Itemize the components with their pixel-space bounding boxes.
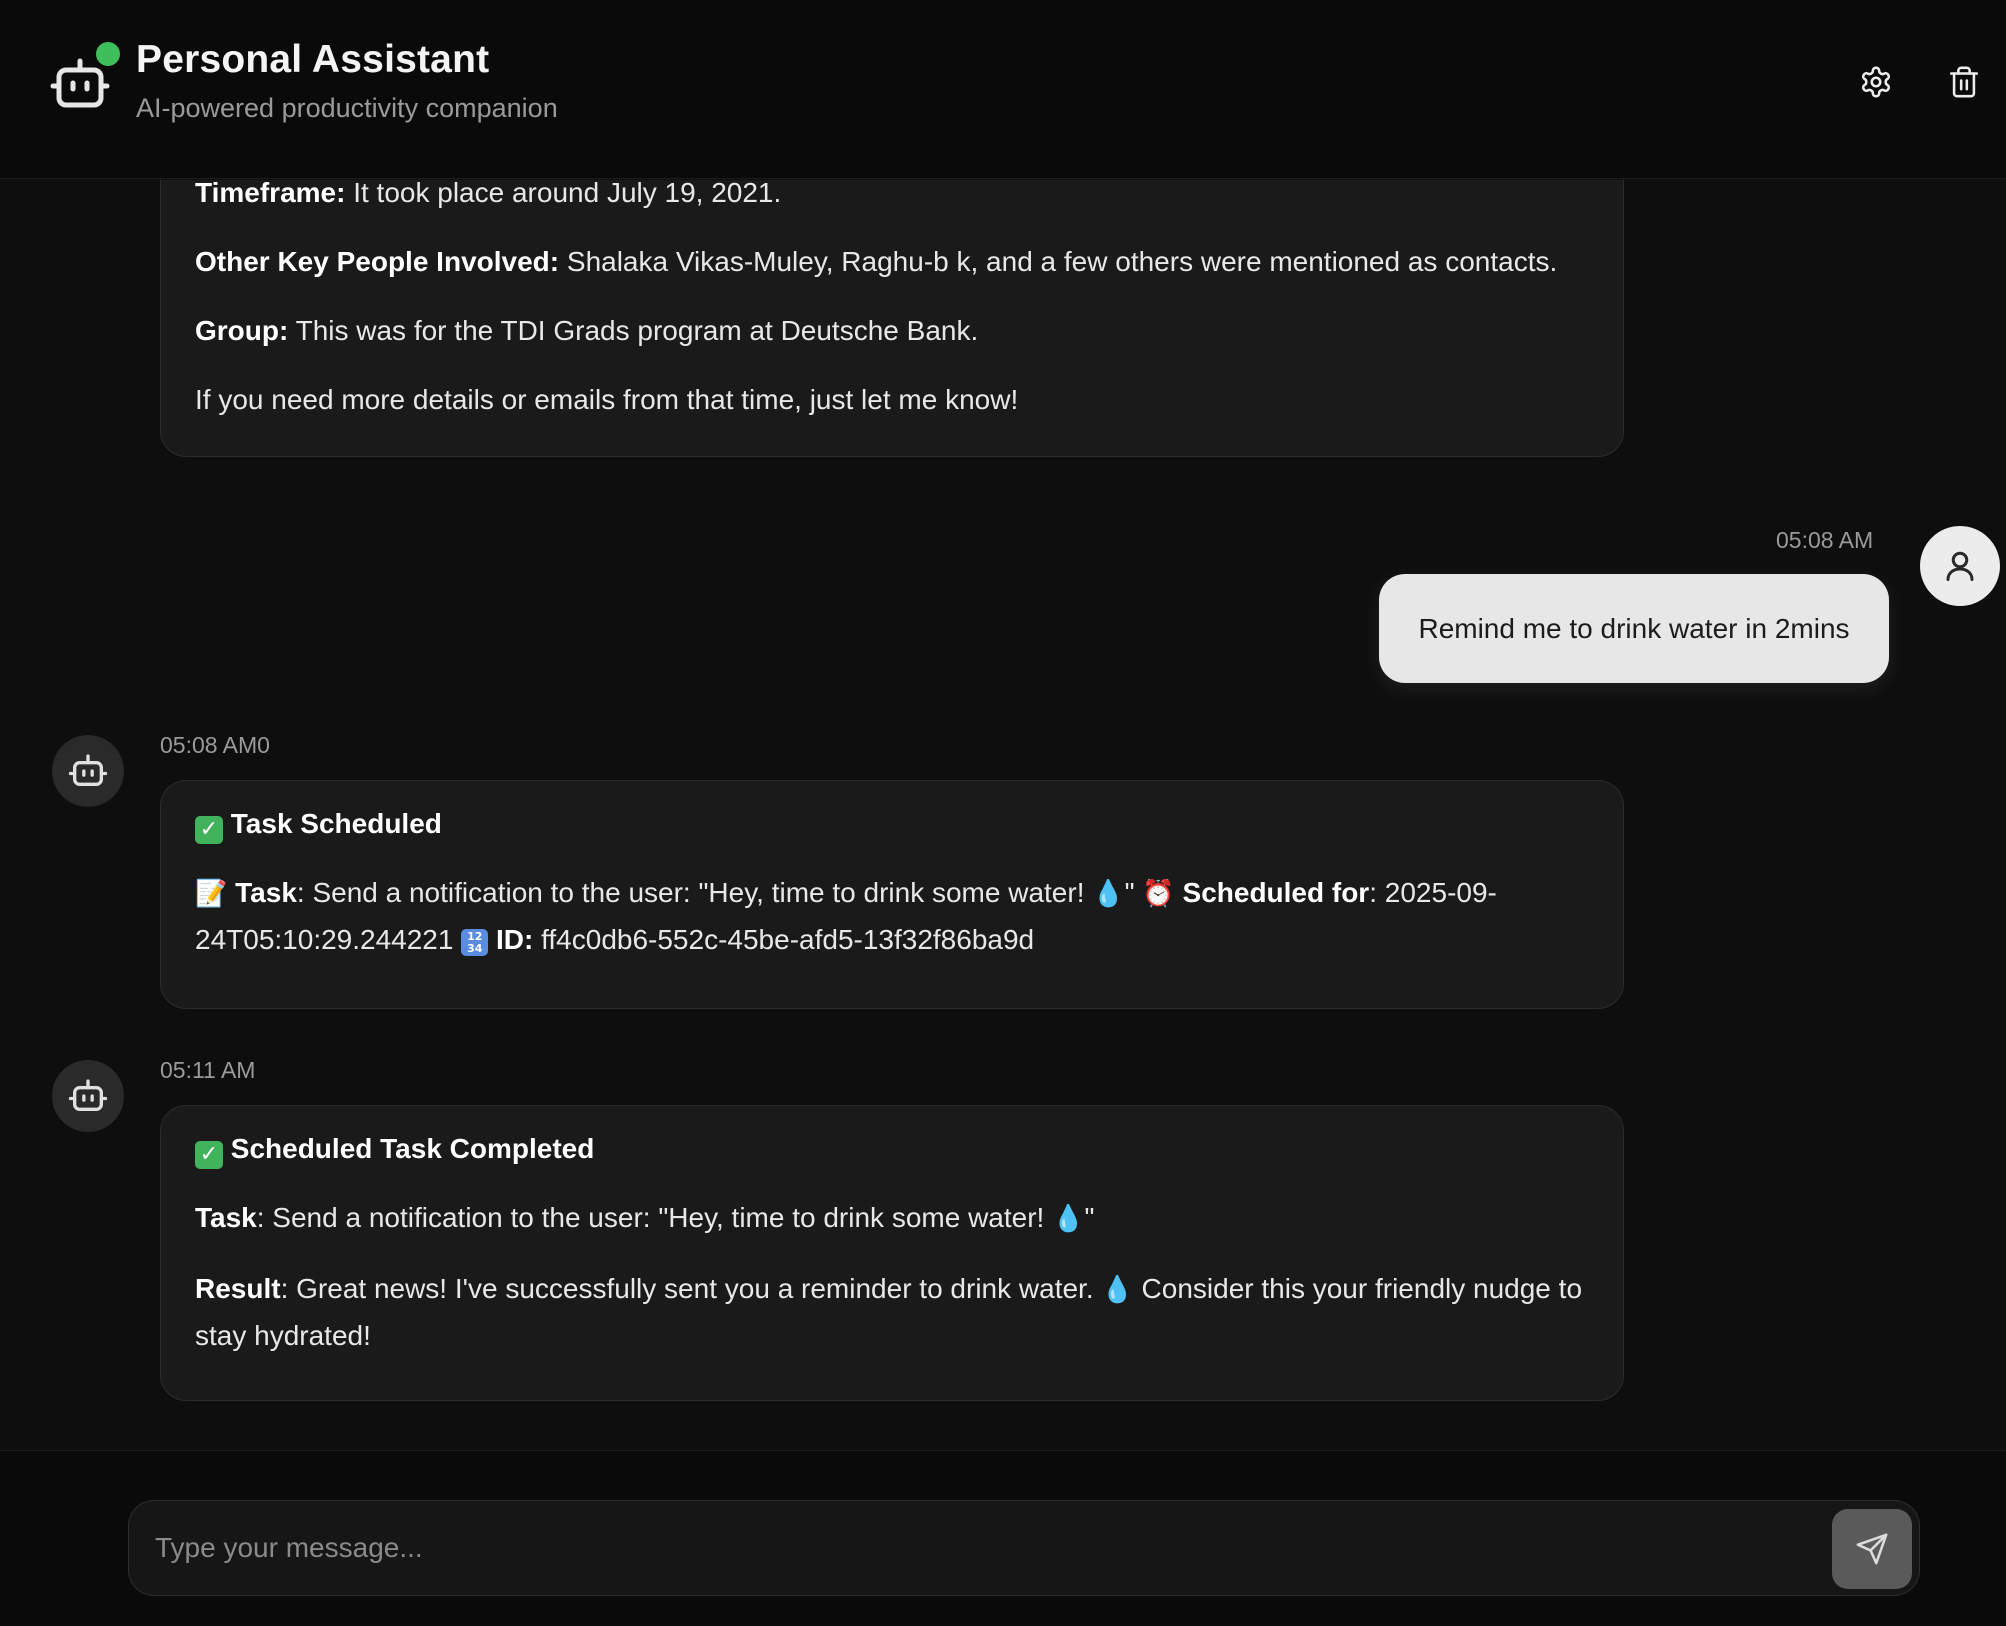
message-line: Timeframe: It took place around July 19,… (195, 180, 782, 208)
task-line: Task: Send a notification to the user: "… (195, 1202, 1095, 1234)
memo-icon: 📝 (195, 879, 228, 909)
chat-messages[interactable]: Timeframe: It took place around July 19,… (0, 180, 2006, 1450)
bot-avatar (52, 1060, 124, 1132)
app-subtitle: AI-powered productivity companion (136, 93, 558, 123)
bot-message-task-completed: ✓ Scheduled Task Completed Task: Send a … (160, 1105, 1624, 1401)
message-line: Group: This was for the TDI Grads progra… (195, 315, 979, 346)
droplet-icon: 💧 (1101, 1275, 1134, 1305)
send-button[interactable] (1832, 1509, 1912, 1589)
message-timestamp: 05:08 AM0 (160, 732, 270, 758)
droplet-icon: 💧 (1052, 1204, 1085, 1234)
message-line: Other Key People Involved: Shalaka Vikas… (195, 246, 1558, 277)
user-message: Remind me to drink water in 2mins (1379, 574, 1889, 683)
result-line: Result: Great news! I've successfully se… (195, 1273, 1583, 1351)
trash-icon (1949, 66, 1979, 98)
droplet-icon: 💧 (1092, 879, 1125, 909)
message-line: If you need more details or emails from … (195, 384, 1019, 415)
message-input[interactable] (155, 1501, 1835, 1595)
header: Personal Assistant AI-powered productivi… (0, 0, 2006, 179)
message-heading: ✓ Task Scheduled (195, 801, 1589, 846)
bot-message-task-scheduled: ✓ Task Scheduled 📝 Task: Send a notifica… (160, 780, 1624, 1009)
robot-icon (68, 754, 108, 786)
alarm-clock-icon: ⏰ (1142, 879, 1175, 909)
user-icon (1946, 551, 1974, 581)
clear-chat-button[interactable] (1942, 60, 1986, 104)
check-mark-icon: ✓ (195, 816, 223, 844)
app-title: Personal Assistant (136, 38, 490, 81)
user-avatar (1920, 526, 2000, 606)
app-window: Personal Assistant AI-powered productivi… (0, 0, 2006, 1626)
composer-area (0, 1450, 2006, 1626)
online-status-dot (96, 42, 120, 66)
task-details: 📝 Task: Send a notification to the user:… (195, 877, 1497, 956)
settings-button[interactable] (1854, 60, 1898, 104)
bot-message: Timeframe: It took place around July 19,… (160, 180, 1624, 457)
send-icon (1856, 1533, 1888, 1565)
message-heading: ✓ Scheduled Task Completed (195, 1126, 1589, 1171)
bot-avatar (52, 735, 124, 807)
message-composer (128, 1500, 1920, 1596)
message-timestamp: 05:11 AM (160, 1057, 256, 1083)
gear-icon (1861, 66, 1891, 98)
numbers-icon: 12 34 (461, 929, 489, 956)
message-timestamp: 05:08 AM (1776, 527, 1874, 553)
robot-icon (68, 1079, 108, 1111)
check-mark-icon: ✓ (195, 1141, 223, 1169)
